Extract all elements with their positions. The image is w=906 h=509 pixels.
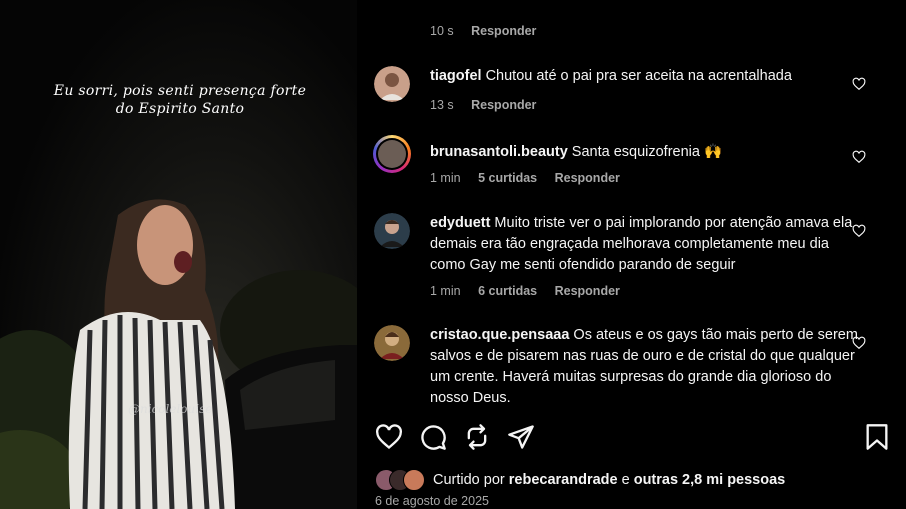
comment-time: 10 s bbox=[430, 24, 454, 38]
comments-panel: 10 s Responder tiagofel Chutou até o pai … bbox=[357, 0, 906, 509]
comment-time: 1 min bbox=[430, 171, 461, 185]
avatar[interactable] bbox=[374, 325, 410, 361]
reply-button[interactable]: Responder bbox=[471, 24, 536, 38]
comment-username[interactable]: edyduett bbox=[430, 215, 490, 231]
media-watermark: @nicolelouise bbox=[128, 402, 213, 416]
comment-meta: 1 min 6 curtidas Responder bbox=[430, 284, 634, 298]
likes-connector: e bbox=[621, 472, 630, 488]
share-icon[interactable] bbox=[507, 423, 535, 451]
like-heart-icon[interactable] bbox=[852, 77, 866, 91]
comment-text-block: tiagofel Chutou até o pai pra ser aceita … bbox=[430, 66, 860, 87]
reply-button[interactable]: Responder bbox=[471, 98, 536, 112]
like-heart-icon[interactable] bbox=[852, 150, 866, 164]
comment-meta: 13 s Responder bbox=[430, 98, 550, 112]
comment-meta: 1 min 5 curtidas Responder bbox=[430, 171, 634, 185]
avatar[interactable] bbox=[374, 66, 410, 102]
repost-icon[interactable] bbox=[463, 423, 491, 451]
avatar[interactable] bbox=[374, 213, 410, 249]
liker-avatar[interactable] bbox=[403, 469, 425, 491]
comment-likes[interactable]: 6 curtidas bbox=[478, 284, 537, 298]
comment-text: Santa esquizofrenia 🙌 bbox=[571, 144, 723, 160]
comment-username[interactable]: tiagofel bbox=[430, 68, 482, 84]
post-date: 6 de agosto de 2025 bbox=[375, 494, 489, 508]
like-heart-icon[interactable] bbox=[852, 224, 866, 238]
comment-icon[interactable] bbox=[419, 423, 447, 451]
post-action-bar bbox=[375, 423, 888, 453]
heart-icon[interactable] bbox=[375, 423, 403, 451]
media-caption: Eu sorri, pois senti presença forte do E… bbox=[50, 82, 310, 118]
reply-button[interactable]: Responder bbox=[555, 284, 620, 298]
media-caption-line1: Eu sorri, pois senti presença forte bbox=[53, 83, 307, 99]
comment-text: Chutou até o pai pra ser aceita na acren… bbox=[485, 68, 792, 84]
comment-text-block: brunasantoli.beauty Santa esquizofrenia 🙌 bbox=[430, 142, 860, 163]
likes-prefix: Curtido por bbox=[433, 472, 505, 488]
comment-likes[interactable]: 5 curtidas bbox=[478, 171, 537, 185]
media-scene bbox=[0, 199, 357, 509]
like-heart-icon[interactable] bbox=[852, 336, 866, 350]
likes-summary: Curtido por rebecarandrade e outras 2,8 … bbox=[375, 469, 895, 491]
comment-time: 1 min bbox=[430, 284, 461, 298]
post-media[interactable]: Eu sorri, pois senti presença forte do E… bbox=[0, 0, 357, 509]
avatar[interactable] bbox=[373, 135, 411, 173]
media-caption-line2: do Espirito Santo bbox=[115, 101, 245, 117]
comment-time: 13 s bbox=[430, 98, 454, 112]
liker-username[interactable]: rebecarandrade bbox=[509, 472, 618, 488]
reply-button[interactable]: Responder bbox=[555, 171, 620, 185]
likes-others-link[interactable]: outras 2,8 mi pessoas bbox=[634, 472, 786, 488]
comment-username[interactable]: cristao.que.pensaaa bbox=[430, 327, 569, 343]
bookmark-icon[interactable] bbox=[863, 423, 891, 451]
comment-username[interactable]: brunasantoli.beauty bbox=[430, 144, 568, 160]
comment-text-block: cristao.que.pensaaa Os ateus e os gays tã… bbox=[430, 325, 860, 409]
comment-text: Muito triste ver o pai implorando por at… bbox=[430, 215, 853, 273]
comment-text-block: edyduett Muito triste ver o pai implorand… bbox=[430, 213, 860, 276]
comment-meta: 10 s Responder bbox=[430, 24, 550, 38]
likes-summary-text: Curtido por rebecarandrade e outras 2,8 … bbox=[433, 472, 785, 488]
avatar-photo bbox=[378, 140, 406, 168]
